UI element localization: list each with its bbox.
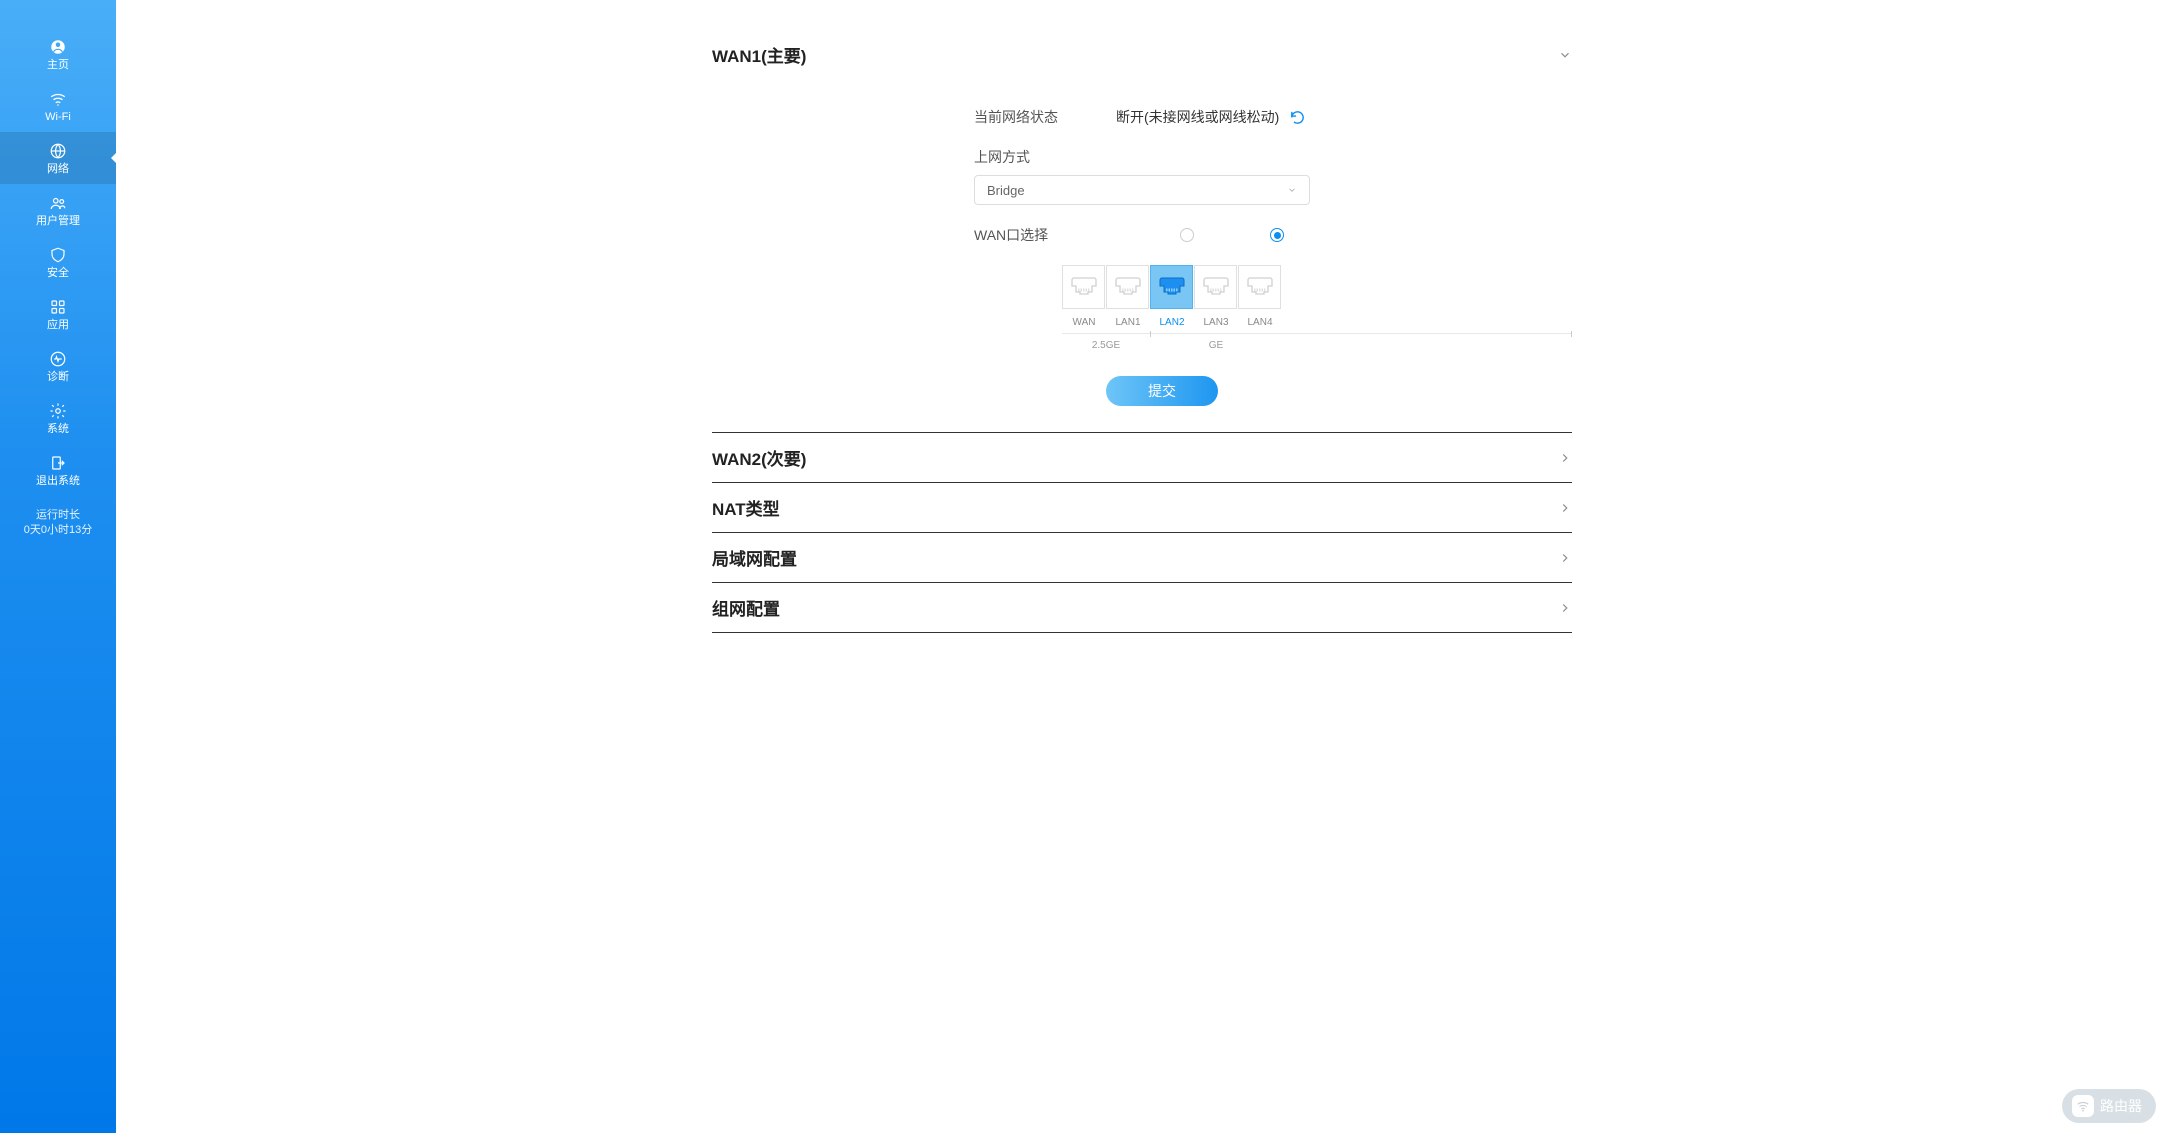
port-lan1[interactable] bbox=[1106, 265, 1149, 309]
chevron-right-icon bbox=[1558, 551, 1572, 565]
section-wan1-title: WAN1(主要) bbox=[712, 42, 806, 67]
pulse-icon bbox=[48, 350, 68, 368]
grid-icon bbox=[48, 298, 68, 316]
chevron-down-icon bbox=[1558, 48, 1572, 62]
port-label-lan1: LAN1 bbox=[1106, 317, 1150, 328]
mode-value: Bridge bbox=[987, 183, 1025, 198]
nav-security-label: 安全 bbox=[47, 268, 69, 279]
nav-system-label: 系统 bbox=[47, 424, 69, 435]
uptime-value: 0天0小时13分 bbox=[4, 523, 112, 538]
section-lan-header[interactable]: 局域网配置 bbox=[712, 545, 1572, 570]
nav-logout-label: 退出系统 bbox=[36, 476, 80, 487]
ethernet-port-icon bbox=[1114, 276, 1142, 298]
chevron-right-icon bbox=[1558, 451, 1572, 465]
nav-apps[interactable]: 应用 bbox=[0, 288, 116, 340]
nav-apps-label: 应用 bbox=[47, 320, 69, 331]
watermark: 路由器 bbox=[2062, 1089, 2156, 1123]
speed-25ge-label: 2.5GE bbox=[1062, 334, 1150, 351]
port-lan3[interactable] bbox=[1194, 265, 1237, 309]
main-content: WAN1(主要) 当前网络状态 断开(未接网线或网线松动) 上网方式 Bridg… bbox=[116, 0, 2168, 1133]
nav-diagnostics[interactable]: 诊断 bbox=[0, 340, 116, 392]
logout-icon bbox=[48, 454, 68, 472]
speed-ge-label: GE bbox=[1150, 334, 1282, 351]
status-label: 当前网络状态 bbox=[974, 107, 1116, 127]
port-diagram: WAN LAN1 LAN2 LAN3 LAN4 2.5GE GE bbox=[1062, 265, 1572, 352]
port-radio-1[interactable] bbox=[1180, 228, 1194, 242]
nav-system[interactable]: 系统 bbox=[0, 392, 116, 444]
wan1-body: 当前网络状态 断开(未接网线或网线松动) 上网方式 Bridge WAN口选择 bbox=[712, 79, 1572, 432]
ethernet-port-icon bbox=[1202, 276, 1230, 298]
section-nat-header[interactable]: NAT类型 bbox=[712, 495, 1572, 520]
port-label-wan: WAN bbox=[1062, 317, 1106, 328]
chevron-down-icon bbox=[1287, 185, 1297, 195]
chevron-right-icon bbox=[1558, 601, 1572, 615]
ethernet-port-icon bbox=[1070, 276, 1098, 298]
port-lan4[interactable] bbox=[1238, 265, 1281, 309]
globe-icon bbox=[48, 142, 68, 160]
port-select-label: WAN口选择 bbox=[974, 225, 1074, 245]
section-wan1-header[interactable]: WAN1(主要) bbox=[712, 42, 1572, 67]
mode-select[interactable]: Bridge bbox=[974, 175, 1310, 205]
nav-users[interactable]: 用户管理 bbox=[0, 184, 116, 236]
port-label-lan3: LAN3 bbox=[1194, 317, 1238, 328]
port-lan2[interactable] bbox=[1150, 265, 1193, 309]
submit-button[interactable]: 提交 bbox=[1106, 376, 1218, 406]
sidebar: 主页 Wi-Fi 网络 用户管理 安全 应用 诊断 bbox=[0, 0, 116, 1133]
nav-home-label: 主页 bbox=[47, 60, 69, 71]
nav-logout[interactable]: 退出系统 bbox=[0, 444, 116, 496]
router-icon bbox=[2072, 1095, 2094, 1117]
nav-wifi[interactable]: Wi-Fi bbox=[0, 80, 116, 132]
nav-network[interactable]: 网络 bbox=[0, 132, 116, 184]
port-label-lan4: LAN4 bbox=[1238, 317, 1282, 328]
users-icon bbox=[48, 194, 68, 212]
nav-wifi-label: Wi-Fi bbox=[45, 112, 71, 123]
ethernet-port-icon bbox=[1158, 276, 1186, 298]
section-wan2-header[interactable]: WAN2(次要) bbox=[712, 445, 1572, 470]
chevron-right-icon bbox=[1558, 501, 1572, 515]
nav-diagnostics-label: 诊断 bbox=[47, 372, 69, 383]
mode-label: 上网方式 bbox=[974, 147, 1116, 167]
refresh-icon[interactable] bbox=[1289, 109, 1306, 126]
sidebar-uptime: 运行时长 0天0小时13分 bbox=[0, 508, 116, 539]
port-label-lan2: LAN2 bbox=[1150, 317, 1194, 328]
wifi-icon bbox=[48, 90, 68, 108]
uptime-label: 运行时长 bbox=[4, 508, 112, 523]
nav-network-label: 网络 bbox=[47, 164, 69, 175]
section-nat-title: NAT类型 bbox=[712, 495, 780, 520]
section-mesh-title: 组网配置 bbox=[712, 595, 780, 620]
status-value: 断开(未接网线或网线松动) bbox=[1116, 107, 1279, 127]
shield-icon bbox=[48, 246, 68, 264]
nav-users-label: 用户管理 bbox=[36, 216, 80, 227]
ethernet-port-icon bbox=[1246, 276, 1274, 298]
section-lan-title: 局域网配置 bbox=[712, 545, 797, 570]
nav-home[interactable]: 主页 bbox=[0, 28, 116, 80]
port-radio-2[interactable] bbox=[1270, 228, 1284, 242]
section-mesh-header[interactable]: 组网配置 bbox=[712, 595, 1572, 620]
nav-security[interactable]: 安全 bbox=[0, 236, 116, 288]
port-wan[interactable] bbox=[1062, 265, 1105, 309]
watermark-text: 路由器 bbox=[2100, 1096, 2142, 1116]
gear-icon bbox=[48, 402, 68, 420]
user-circle-icon bbox=[48, 38, 68, 56]
section-wan2-title: WAN2(次要) bbox=[712, 445, 806, 470]
